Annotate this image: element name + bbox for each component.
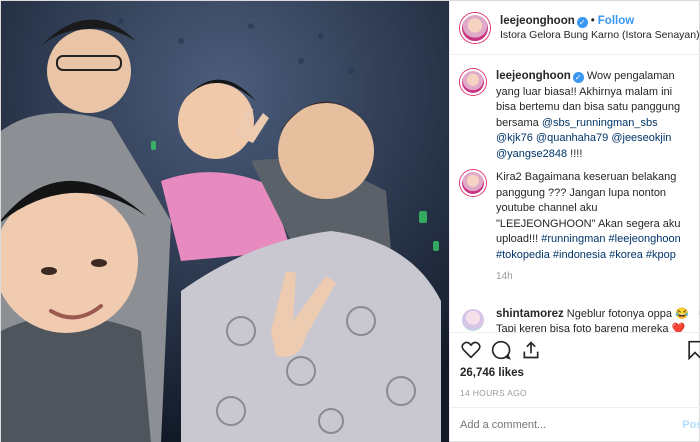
selfie-image (1, 1, 449, 442)
post-photo[interactable] (1, 1, 449, 442)
caption-body: leejeonghoon ✓ Wow pengalaman yang luar b… (496, 69, 692, 162)
verified-badge-icon: ✓ (576, 16, 588, 28)
share-icon[interactable] (520, 339, 542, 361)
follow-button[interactable]: Follow (598, 15, 634, 27)
commenter-username[interactable]: shintamorez (496, 308, 564, 320)
comment-input[interactable] (460, 418, 683, 431)
hashtag-link[interactable]: #tokopedia (496, 249, 550, 261)
likes-count[interactable]: 26,746 likes (450, 367, 700, 385)
hashtag-link[interactable]: #indonesia (553, 249, 606, 261)
comment-body: shintamorez Ngeblur fotonya oppa 😂 Tapi … (496, 307, 692, 333)
author-avatar[interactable] (460, 12, 490, 43)
author-username[interactable]: leejeonghoon (500, 15, 575, 27)
comment-icon[interactable] (490, 339, 512, 361)
reply-avatar[interactable] (460, 170, 486, 196)
post-side-panel: leejeonghoon ✓ • Follow Istora Gelora Bung … (449, 1, 700, 441)
hashtag-link[interactable]: #korea (609, 249, 643, 261)
reply-timestamp[interactable]: 14h (496, 269, 692, 285)
add-comment-bar: Post (450, 407, 700, 441)
caption-avatar[interactable] (460, 69, 486, 95)
reply-body: Kira2 Bagaimana keseruan belakang panggu… (496, 170, 692, 299)
action-bar (450, 333, 700, 367)
bookmark-icon[interactable] (684, 339, 700, 361)
hashtag-link[interactable]: #leejeonghoon (609, 233, 681, 245)
post-button[interactable]: Post (682, 419, 700, 431)
reply-comment: Kira2 Bagaimana keseruan belakang panggu… (460, 170, 700, 299)
verified-badge-icon: ✓ (572, 72, 584, 83)
mention-link[interactable]: @jeeseokjin (611, 132, 671, 144)
post-header: leejeonghoon ✓ • Follow Istora Gelora Bung … (450, 1, 700, 55)
header-text: leejeonghoon ✓ • Follow Istora Gelora Bung … (500, 14, 700, 42)
hashtag-link[interactable]: #kpop (646, 249, 676, 261)
caption-username[interactable]: leejeonghoon (496, 70, 571, 82)
hashtag-link[interactable]: #runningman (541, 233, 605, 245)
caption-text-2: !!!! (567, 147, 583, 160)
instagram-post: leejeonghoon ✓ • Follow Istora Gelora Bung … (0, 0, 700, 442)
like-heart-icon[interactable] (460, 339, 482, 361)
location-link[interactable]: Istora Gelora Bung Karno (Istora Senayan… (500, 28, 700, 42)
mention-link[interactable]: @yangse2848 (496, 148, 567, 160)
caption-comment: leejeonghoon ✓ Wow pengalaman yang luar b… (460, 69, 700, 162)
mention-link[interactable]: @quanhaha79 (536, 132, 608, 144)
comments-list: leejeonghoon ✓ Wow pengalaman yang luar b… (450, 55, 700, 332)
commenter-avatar[interactable] (460, 306, 486, 332)
mention-link[interactable]: @sbs_runningman_sbs (542, 117, 658, 129)
mention-link[interactable]: @kjk76 (496, 132, 533, 144)
post-time[interactable]: 14 HOURS AGO (450, 385, 700, 407)
separator-dot: • (590, 14, 595, 27)
comment-item: shintamorez Ngeblur fotonya oppa 😂 Tapi … (460, 306, 700, 333)
